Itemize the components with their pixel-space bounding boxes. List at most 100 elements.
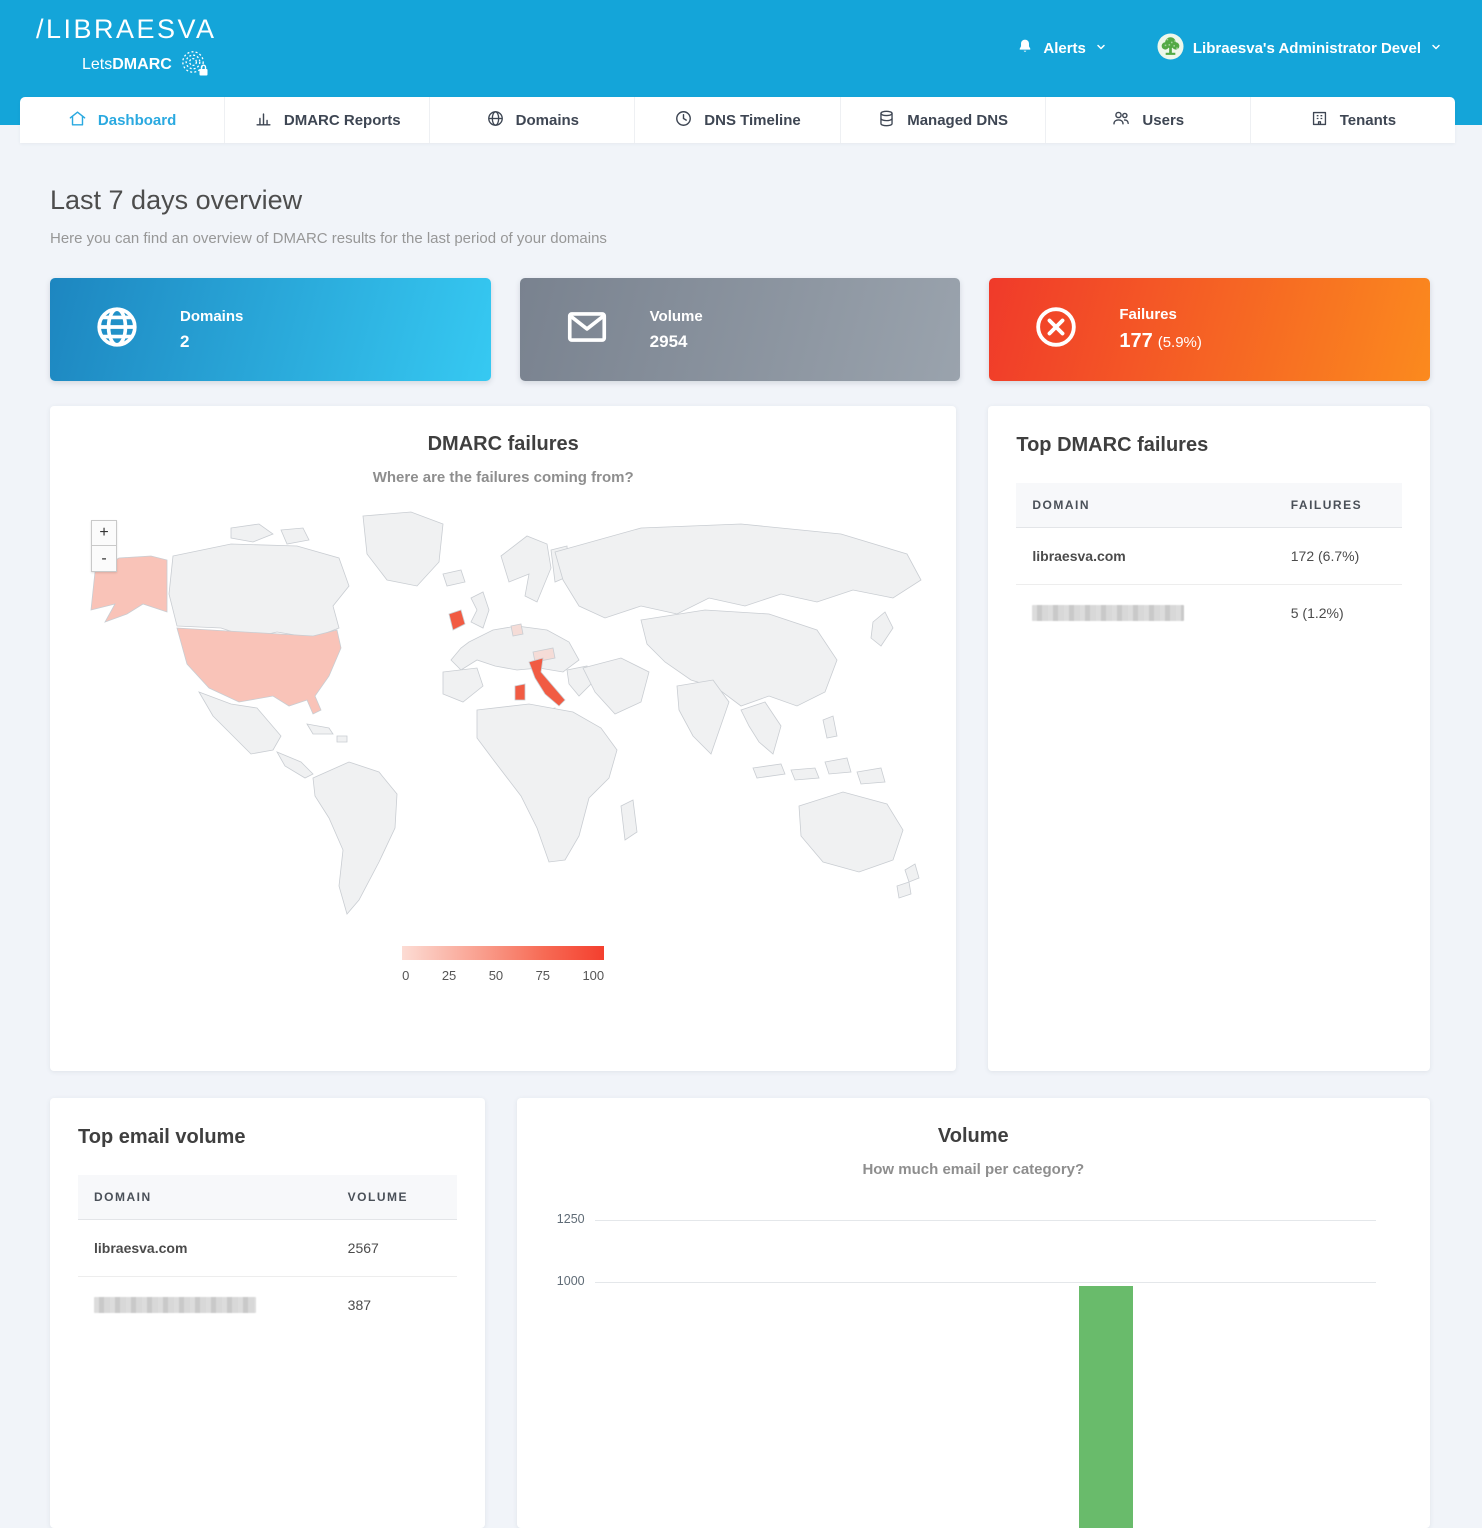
tab-dmarc-reports[interactable]: DMARC Reports — [225, 97, 430, 143]
volume-chart-title: Volume — [545, 1125, 1402, 1148]
alerts-label: Alerts — [1043, 40, 1086, 57]
table-row: libraesva.com 172 (6.7%) — [1016, 528, 1402, 585]
map-country-philippines[interactable] — [823, 716, 837, 738]
tab-users[interactable]: Users — [1046, 97, 1251, 143]
stat-card-failures[interactable]: Failures 177(5.9%) — [989, 278, 1430, 381]
stat-card-domains[interactable]: Domains 2 — [50, 278, 491, 381]
y-axis-tick: 1250 — [545, 1212, 585, 1226]
map-country-cuba[interactable] — [307, 724, 333, 734]
x-circle-icon — [1033, 304, 1079, 355]
gridline-1000 — [595, 1282, 1376, 1283]
avatar — [1157, 33, 1184, 65]
map-country-usa[interactable] — [177, 628, 341, 714]
top-email-volume-card: Top email volume DOMAIN VOLUME libraesva… — [50, 1098, 485, 1528]
map-country-madagascar[interactable] — [621, 800, 637, 840]
top-volume-table: DOMAIN VOLUME libraesva.com 2567 387 — [78, 1175, 457, 1333]
map-country-arctic-island[interactable] — [281, 528, 309, 544]
volume-bar-green[interactable] — [1079, 1286, 1133, 1528]
domain-cell: libraesva.com — [78, 1220, 332, 1277]
row-bottom: Top email volume DOMAIN VOLUME libraesva… — [50, 1098, 1430, 1528]
alerts-menu[interactable]: Alerts — [1016, 37, 1107, 60]
map-country-hispaniola[interactable] — [337, 736, 347, 742]
legend-tick: 100 — [582, 968, 604, 983]
users-icon — [1111, 108, 1131, 132]
map-country-canada[interactable] — [169, 544, 349, 638]
legend-tick: 50 — [489, 968, 503, 983]
stat-value: 177 — [1119, 330, 1152, 352]
row-top: DMARC failures Where are the failures co… — [50, 406, 1430, 1071]
tab-label: Dashboard — [98, 112, 176, 129]
main-content: Last 7 days overview Here you can find a… — [0, 125, 1482, 1528]
map-country-arctic-island[interactable] — [231, 524, 273, 542]
map-country-iceland[interactable] — [443, 570, 465, 586]
tab-managed-dns[interactable]: Managed DNS — [841, 97, 1046, 143]
volume-chart-subtitle: How much email per category? — [545, 1161, 1402, 1178]
map-country-new-guinea[interactable] — [857, 768, 885, 784]
clock-icon — [674, 109, 693, 132]
map-country-south-america[interactable] — [313, 762, 397, 914]
tab-tenants[interactable]: Tenants — [1251, 97, 1455, 143]
tab-label: DMARC Reports — [284, 112, 401, 129]
volume-chart-card: Volume How much email per category? 1250… — [517, 1098, 1430, 1528]
map-country-central-america[interactable] — [277, 752, 313, 778]
user-menu[interactable]: Libraesva's Administrator Devel — [1157, 33, 1442, 65]
stat-card-volume[interactable]: Volume 2954 — [520, 278, 961, 381]
map-country-greenland[interactable] — [363, 512, 443, 586]
failures-cell: 172 (6.7%) — [1275, 528, 1402, 585]
legend-tick: 25 — [442, 968, 456, 983]
world-map[interactable]: + - — [50, 510, 956, 942]
globe-icon — [486, 109, 505, 132]
map-country-china[interactable] — [641, 610, 837, 706]
map-country-india[interactable] — [677, 680, 729, 754]
chevron-down-icon — [1095, 40, 1107, 58]
tab-label: Users — [1142, 112, 1184, 129]
volume-cell: 2567 — [332, 1220, 457, 1277]
tab-label: DNS Timeline — [704, 112, 800, 129]
map-country-netherlands[interactable] — [511, 624, 523, 636]
brand-logo: /LIBRAESVA LetsDMARC — [36, 16, 217, 82]
stat-label: Volume — [650, 308, 703, 325]
map-country-iberia[interactable] — [443, 668, 483, 702]
dmarc-failures-map-card: DMARC failures Where are the failures co… — [50, 406, 956, 1071]
map-country-russia[interactable] — [555, 524, 921, 618]
zoom-out-button[interactable]: - — [91, 546, 117, 572]
page-title: Last 7 days overview — [50, 185, 1430, 216]
redacted-domain — [1032, 605, 1184, 621]
map-country-japan[interactable] — [871, 612, 893, 646]
column-header-failures: FAILURES — [1275, 483, 1402, 528]
map-country-africa[interactable] — [477, 704, 617, 862]
fingerprint-icon — [179, 48, 209, 82]
tab-dns-timeline[interactable]: DNS Timeline — [635, 97, 840, 143]
map-color-legend: 0 25 50 75 100 — [402, 946, 604, 983]
tab-label: Managed DNS — [907, 112, 1008, 129]
map-country-australia[interactable] — [799, 792, 903, 872]
volume-bar-chart: 1250 1000 — [545, 1214, 1402, 1528]
gridline-1250 — [595, 1220, 1376, 1221]
map-country-ireland[interactable] — [449, 610, 465, 630]
topbar: /LIBRAESVA LetsDMARC — [0, 0, 1482, 97]
chevron-down-icon — [1430, 40, 1442, 58]
map-country-scandinavia[interactable] — [501, 536, 551, 602]
map-country-new-zealand[interactable] — [905, 864, 919, 882]
stat-suffix: (5.9%) — [1158, 334, 1202, 351]
map-country-indonesia[interactable] — [825, 758, 851, 774]
page-subtitle: Here you can find an overview of DMARC r… — [50, 230, 1430, 247]
mail-icon — [564, 304, 610, 355]
bar-chart-icon — [254, 109, 273, 132]
map-country-sardinia[interactable] — [515, 684, 525, 700]
top-dmarc-failures-card: Top DMARC failures DOMAIN FAILURES libra… — [988, 406, 1430, 1071]
legend-tick: 0 — [402, 968, 409, 983]
zoom-in-button[interactable]: + — [91, 520, 117, 546]
map-country-indonesia[interactable] — [753, 764, 785, 778]
table-row: 5 (1.2%) — [1016, 585, 1402, 642]
map-country-uk[interactable] — [471, 592, 489, 628]
map-country-indonesia[interactable] — [791, 768, 819, 780]
map-country-middle-east[interactable] — [583, 658, 649, 714]
failures-cell: 5 (1.2%) — [1275, 585, 1402, 642]
legend-tick: 75 — [536, 968, 550, 983]
tab-domains[interactable]: Domains — [430, 97, 635, 143]
tab-dashboard[interactable]: Dashboard — [20, 97, 225, 143]
map-country-new-zealand[interactable] — [897, 882, 911, 898]
map-card-subtitle: Where are the failures coming from? — [50, 469, 956, 486]
map-country-se-asia[interactable] — [741, 702, 781, 754]
